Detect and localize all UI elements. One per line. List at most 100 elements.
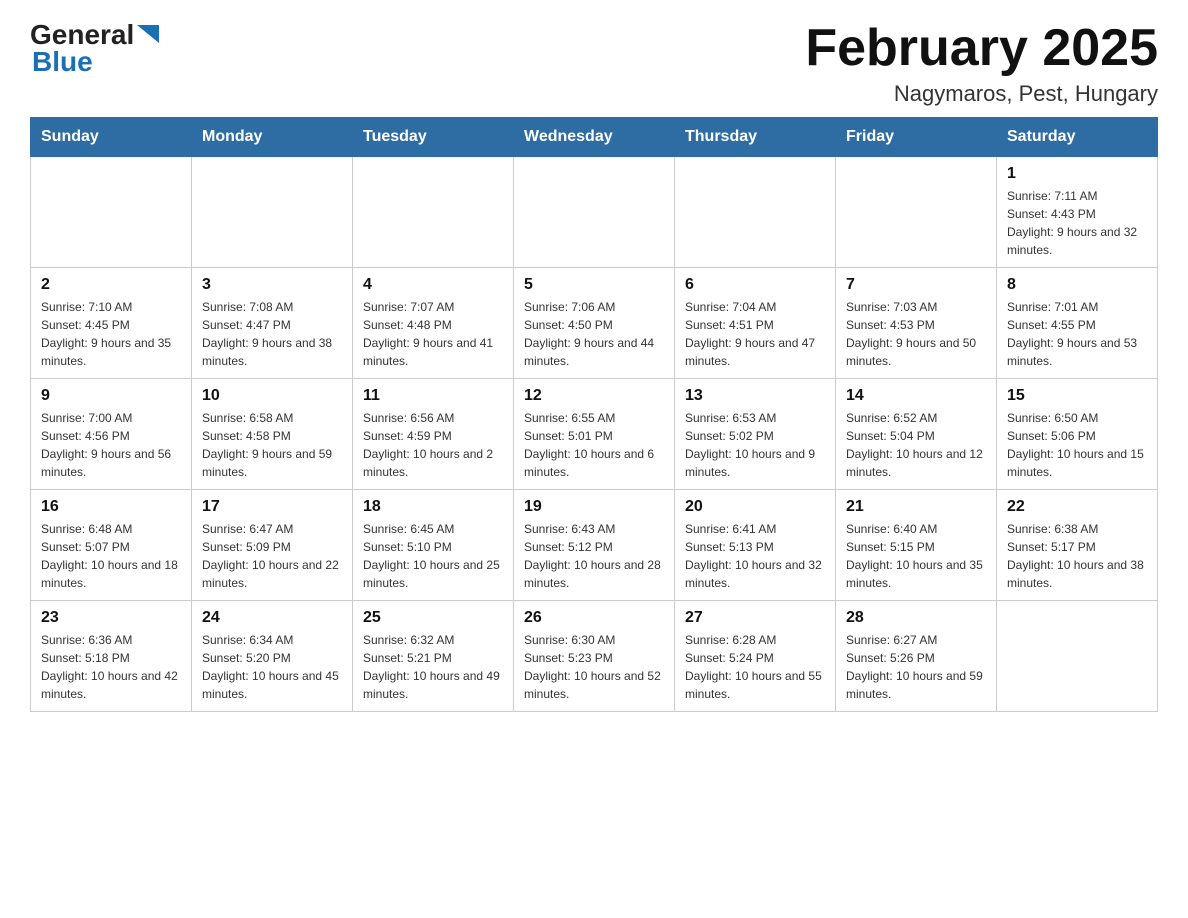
calendar-cell: 1 Sunrise: 7:11 AMSunset: 4:43 PMDaylight…	[997, 157, 1158, 268]
day-info: Sunrise: 7:08 AMSunset: 4:47 PMDaylight:…	[202, 298, 342, 370]
day-of-week-header: Wednesday	[514, 118, 675, 157]
day-of-week-header: Monday	[192, 118, 353, 157]
day-info: Sunrise: 7:03 AMSunset: 4:53 PMDaylight:…	[846, 298, 986, 370]
calendar-cell: 10 Sunrise: 6:58 AMSunset: 4:58 PMDayligh…	[192, 379, 353, 490]
day-info: Sunrise: 7:06 AMSunset: 4:50 PMDaylight:…	[524, 298, 664, 370]
day-number: 12	[524, 387, 664, 405]
day-info: Sunrise: 7:10 AMSunset: 4:45 PMDaylight:…	[41, 298, 181, 370]
calendar-cell: 13 Sunrise: 6:53 AMSunset: 5:02 PMDayligh…	[675, 379, 836, 490]
calendar-cell	[514, 157, 675, 268]
day-of-week-header: Saturday	[997, 118, 1158, 157]
day-info: Sunrise: 6:41 AMSunset: 5:13 PMDaylight:…	[685, 520, 825, 592]
day-info: Sunrise: 6:40 AMSunset: 5:15 PMDaylight:…	[846, 520, 986, 592]
calendar-cell: 16 Sunrise: 6:48 AMSunset: 5:07 PMDayligh…	[31, 490, 192, 601]
day-number: 24	[202, 609, 342, 627]
calendar-cell	[31, 157, 192, 268]
logo-triangle-icon	[137, 25, 159, 43]
page-header: General Blue February 2025 Nagymaros, Pe…	[30, 20, 1158, 107]
day-of-week-header: Friday	[836, 118, 997, 157]
logo-blue-text: Blue	[32, 47, 159, 78]
day-of-week-header: Sunday	[31, 118, 192, 157]
calendar-cell: 4 Sunrise: 7:07 AMSunset: 4:48 PMDaylight…	[353, 268, 514, 379]
day-number: 1	[1007, 165, 1147, 183]
calendar-cell: 14Sunrise: 6:52 AMSunset: 5:04 PMDayligh…	[836, 379, 997, 490]
calendar-cell	[353, 157, 514, 268]
calendar-cell: 5 Sunrise: 7:06 AMSunset: 4:50 PMDaylight…	[514, 268, 675, 379]
day-number: 2	[41, 276, 181, 294]
day-info: Sunrise: 6:56 AMSunset: 4:59 PMDaylight:…	[363, 409, 503, 481]
day-info: Sunrise: 6:53 AMSunset: 5:02 PMDaylight:…	[685, 409, 825, 481]
calendar-cell: 19 Sunrise: 6:43 AMSunset: 5:12 PMDayligh…	[514, 490, 675, 601]
day-number: 3	[202, 276, 342, 294]
calendar-cell	[192, 157, 353, 268]
day-number: 11	[363, 387, 503, 405]
calendar-week-row: 2 Sunrise: 7:10 AMSunset: 4:45 PMDaylight…	[31, 268, 1158, 379]
calendar-subtitle: Nagymaros, Pest, Hungary	[805, 81, 1158, 107]
calendar-title-block: February 2025 Nagymaros, Pest, Hungary	[805, 20, 1158, 107]
calendar-cell: 9 Sunrise: 7:00 AMSunset: 4:56 PMDaylight…	[31, 379, 192, 490]
day-info: Sunrise: 6:50 AMSunset: 5:06 PMDaylight:…	[1007, 409, 1147, 481]
calendar-cell: 3 Sunrise: 7:08 AMSunset: 4:47 PMDaylight…	[192, 268, 353, 379]
calendar-cell: 21 Sunrise: 6:40 AMSunset: 5:15 PMDayligh…	[836, 490, 997, 601]
calendar-cell: 22 Sunrise: 6:38 AMSunset: 5:17 PMDayligh…	[997, 490, 1158, 601]
calendar-cell: 17Sunrise: 6:47 AMSunset: 5:09 PMDayligh…	[192, 490, 353, 601]
day-number: 21	[846, 498, 986, 516]
day-info: Sunrise: 6:45 AMSunset: 5:10 PMDaylight:…	[363, 520, 503, 592]
day-info: Sunrise: 7:11 AMSunset: 4:43 PMDaylight:…	[1007, 187, 1147, 259]
day-info: Sunrise: 7:07 AMSunset: 4:48 PMDaylight:…	[363, 298, 503, 370]
day-of-week-header: Tuesday	[353, 118, 514, 157]
day-number: 10	[202, 387, 342, 405]
calendar-week-row: 16 Sunrise: 6:48 AMSunset: 5:07 PMDayligh…	[31, 490, 1158, 601]
day-number: 27	[685, 609, 825, 627]
day-number: 5	[524, 276, 664, 294]
calendar-cell: 15Sunrise: 6:50 AMSunset: 5:06 PMDayligh…	[997, 379, 1158, 490]
calendar-cell	[675, 157, 836, 268]
day-of-week-header: Thursday	[675, 118, 836, 157]
day-info: Sunrise: 6:48 AMSunset: 5:07 PMDaylight:…	[41, 520, 181, 592]
calendar-cell: 6 Sunrise: 7:04 AMSunset: 4:51 PMDaylight…	[675, 268, 836, 379]
day-info: Sunrise: 7:01 AMSunset: 4:55 PMDaylight:…	[1007, 298, 1147, 370]
calendar-week-row: 23 Sunrise: 6:36 AMSunset: 5:18 PMDayligh…	[31, 601, 1158, 712]
day-info: Sunrise: 6:27 AMSunset: 5:26 PMDaylight:…	[846, 631, 986, 703]
day-number: 13	[685, 387, 825, 405]
day-info: Sunrise: 6:36 AMSunset: 5:18 PMDaylight:…	[41, 631, 181, 703]
day-info: Sunrise: 6:47 AMSunset: 5:09 PMDaylight:…	[202, 520, 342, 592]
calendar-cell: 18 Sunrise: 6:45 AMSunset: 5:10 PMDayligh…	[353, 490, 514, 601]
calendar-cell: 24 Sunrise: 6:34 AMSunset: 5:20 PMDayligh…	[192, 601, 353, 712]
day-number: 20	[685, 498, 825, 516]
day-info: Sunrise: 6:43 AMSunset: 5:12 PMDaylight:…	[524, 520, 664, 592]
day-info: Sunrise: 6:38 AMSunset: 5:17 PMDaylight:…	[1007, 520, 1147, 592]
calendar-week-row: 9 Sunrise: 7:00 AMSunset: 4:56 PMDaylight…	[31, 379, 1158, 490]
day-number: 9	[41, 387, 181, 405]
calendar-cell: 25 Sunrise: 6:32 AMSunset: 5:21 PMDayligh…	[353, 601, 514, 712]
calendar-title: February 2025	[805, 20, 1158, 77]
day-number: 23	[41, 609, 181, 627]
day-number: 22	[1007, 498, 1147, 516]
day-info: Sunrise: 7:04 AMSunset: 4:51 PMDaylight:…	[685, 298, 825, 370]
day-number: 8	[1007, 276, 1147, 294]
day-number: 6	[685, 276, 825, 294]
day-number: 16	[41, 498, 181, 516]
day-number: 18	[363, 498, 503, 516]
calendar-cell: 11 Sunrise: 6:56 AMSunset: 4:59 PMDayligh…	[353, 379, 514, 490]
calendar-cell: 23 Sunrise: 6:36 AMSunset: 5:18 PMDayligh…	[31, 601, 192, 712]
day-number: 7	[846, 276, 986, 294]
day-info: Sunrise: 7:00 AMSunset: 4:56 PMDaylight:…	[41, 409, 181, 481]
calendar-table: SundayMondayTuesdayWednesdayThursdayFrid…	[30, 117, 1158, 712]
day-info: Sunrise: 6:55 AMSunset: 5:01 PMDaylight:…	[524, 409, 664, 481]
day-info: Sunrise: 6:34 AMSunset: 5:20 PMDaylight:…	[202, 631, 342, 703]
day-number: 26	[524, 609, 664, 627]
day-number: 28	[846, 609, 986, 627]
calendar-cell: 12 Sunrise: 6:55 AMSunset: 5:01 PMDayligh…	[514, 379, 675, 490]
day-number: 14	[846, 387, 986, 405]
calendar-cell: 2 Sunrise: 7:10 AMSunset: 4:45 PMDaylight…	[31, 268, 192, 379]
day-number: 4	[363, 276, 503, 294]
day-info: Sunrise: 6:30 AMSunset: 5:23 PMDaylight:…	[524, 631, 664, 703]
day-number: 19	[524, 498, 664, 516]
calendar-cell	[997, 601, 1158, 712]
day-info: Sunrise: 6:32 AMSunset: 5:21 PMDaylight:…	[363, 631, 503, 703]
calendar-cell: 28 Sunrise: 6:27 AMSunset: 5:26 PMDayligh…	[836, 601, 997, 712]
day-number: 25	[363, 609, 503, 627]
calendar-cell: 26 Sunrise: 6:30 AMSunset: 5:23 PMDayligh…	[514, 601, 675, 712]
day-info: Sunrise: 6:58 AMSunset: 4:58 PMDaylight:…	[202, 409, 342, 481]
